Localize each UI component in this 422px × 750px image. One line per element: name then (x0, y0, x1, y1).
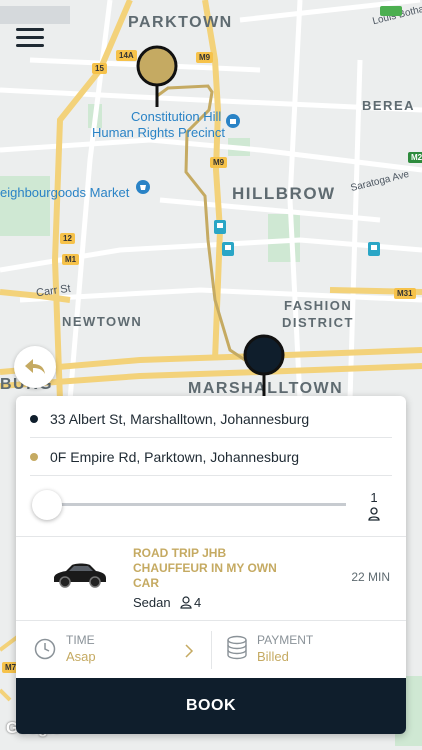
passenger-slider-row: 1 (16, 480, 406, 530)
bus-station-icon (222, 242, 234, 256)
shopping-icon (136, 180, 150, 194)
divider (30, 475, 392, 476)
road-shield-12: 12 (60, 233, 75, 244)
vehicle-name: ROAD TRIP JHB CHAUFFEUR IN MY OWN CAR (133, 546, 277, 590)
book-button[interactable]: BOOK (16, 678, 406, 734)
battery-icon (380, 6, 402, 16)
map-label-district: DISTRICT (282, 315, 354, 330)
back-button[interactable] (14, 346, 56, 388)
payment-label: PAYMENT (257, 633, 314, 647)
museum-icon (226, 114, 240, 128)
person-icon (180, 596, 192, 609)
menu-bar (16, 28, 44, 31)
passenger-slider-thumb[interactable] (32, 490, 62, 520)
map-place-human-rights: Human Rights Precinct (92, 125, 225, 140)
pickup-pin-icon[interactable] (136, 45, 180, 111)
vehicle-option[interactable]: ROAD TRIP JHB CHAUFFEUR IN MY OWN CAR Se… (16, 536, 406, 620)
payment-option[interactable]: PAYMENT Billed (212, 621, 406, 679)
dropoff-address: 33 Albert St, Marshalltown, Johannesburg (50, 411, 310, 427)
person-icon (368, 507, 380, 521)
road-shield-m9: M9 (196, 52, 214, 63)
pickup-address: 0F Empire Rd, Parktown, Johannesburg (50, 449, 300, 465)
vehicle-seats: 4 (194, 595, 202, 610)
sedan-car-icon (54, 563, 106, 588)
vehicle-eta: 22 MIN (351, 570, 390, 584)
dropoff-address-row[interactable]: 33 Albert St, Marshalltown, Johannesburg (16, 400, 406, 438)
back-arrow-icon (25, 359, 45, 374)
menu-bar (16, 44, 44, 47)
passenger-slider-track[interactable] (46, 503, 346, 506)
dropoff-dot-icon (30, 415, 38, 423)
map-label-newtown: NEWTOWN (62, 314, 143, 329)
coins-icon (227, 635, 247, 660)
trip-options-row: TIME Asap PAYMENT Billed (16, 620, 406, 678)
road-shield-m27: M27 (408, 152, 422, 163)
clock-icon (34, 638, 56, 660)
map-label-berea: BEREA (362, 98, 416, 113)
map-label-parktown: PARKTOWN (128, 14, 233, 31)
vehicle-type: Sedan (133, 595, 171, 610)
road-shield-14a: 14A (116, 50, 137, 61)
payment-value: Billed (257, 649, 289, 664)
time-value: Asap (66, 649, 96, 664)
road-shield-15: 15 (92, 63, 107, 74)
road-shield-m1: M1 (62, 254, 80, 265)
menu-bar (16, 36, 44, 39)
train-station-icon (214, 220, 226, 234)
road-shield-m9: M9 (210, 157, 228, 168)
pickup-address-row[interactable]: 0F Empire Rd, Parktown, Johannesburg (16, 438, 406, 476)
time-label: TIME (66, 633, 95, 647)
map-label-hillbrow: HILLBROW (232, 184, 336, 203)
menu-button[interactable] (16, 28, 44, 52)
transit-icon (368, 242, 380, 256)
time-option[interactable]: TIME Asap (16, 621, 211, 679)
booking-panel: 33 Albert St, Marshalltown, Johannesburg… (16, 396, 406, 734)
map-label-fashion: FASHION (284, 298, 353, 313)
road-shield-m31: M31 (394, 288, 416, 299)
map-place-neighbourgoods: eighbourgoods Market (0, 185, 130, 200)
pickup-dot-icon (30, 453, 38, 461)
map-place-constitution-hill: Constitution Hill (131, 109, 222, 124)
dropoff-pin-icon[interactable] (243, 334, 287, 400)
passenger-count: 1 (370, 490, 378, 505)
chevron-right-icon (185, 644, 194, 658)
